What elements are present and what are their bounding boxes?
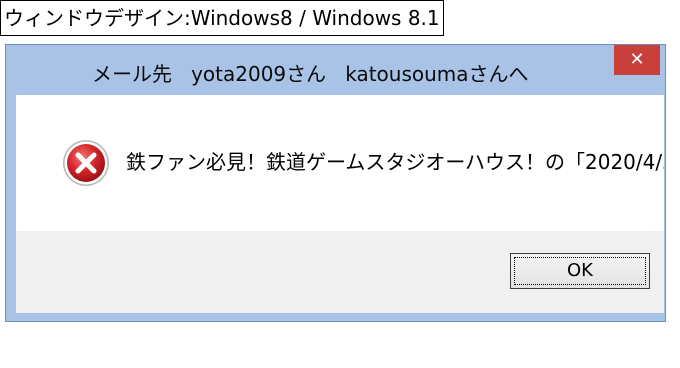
- dialog-title: メール先 yota2009さん katousoumaさんへ: [92, 62, 529, 86]
- title-bar[interactable]: メール先 yota2009さん katousoumaさんへ ✕: [6, 45, 665, 95]
- ok-button[interactable]: OK: [510, 253, 650, 289]
- ok-button-label: OK: [567, 260, 593, 281]
- error-message: 鉄ファン必見！鉄道ゲームスタジオーハウス！の「2020/4/5ま: [126, 150, 664, 174]
- dialog-client-area: 鉄ファン必見！鉄道ゲームスタジオーハウス！の「2020/4/5ま OK: [16, 95, 664, 313]
- close-button[interactable]: ✕: [614, 45, 660, 75]
- message-area: 鉄ファン必見！鉄道ゲームスタジオーハウス！の「2020/4/5ま: [16, 95, 664, 231]
- caption-label: ウィンドウデザイン:Windows8 / Windows 8.1: [0, 0, 444, 36]
- button-area: OK: [16, 231, 664, 313]
- close-icon: ✕: [629, 49, 645, 70]
- error-icon: [63, 140, 109, 186]
- error-dialog: メール先 yota2009さん katousoumaさんへ ✕ 鉄ファン必見！鉄…: [5, 44, 666, 322]
